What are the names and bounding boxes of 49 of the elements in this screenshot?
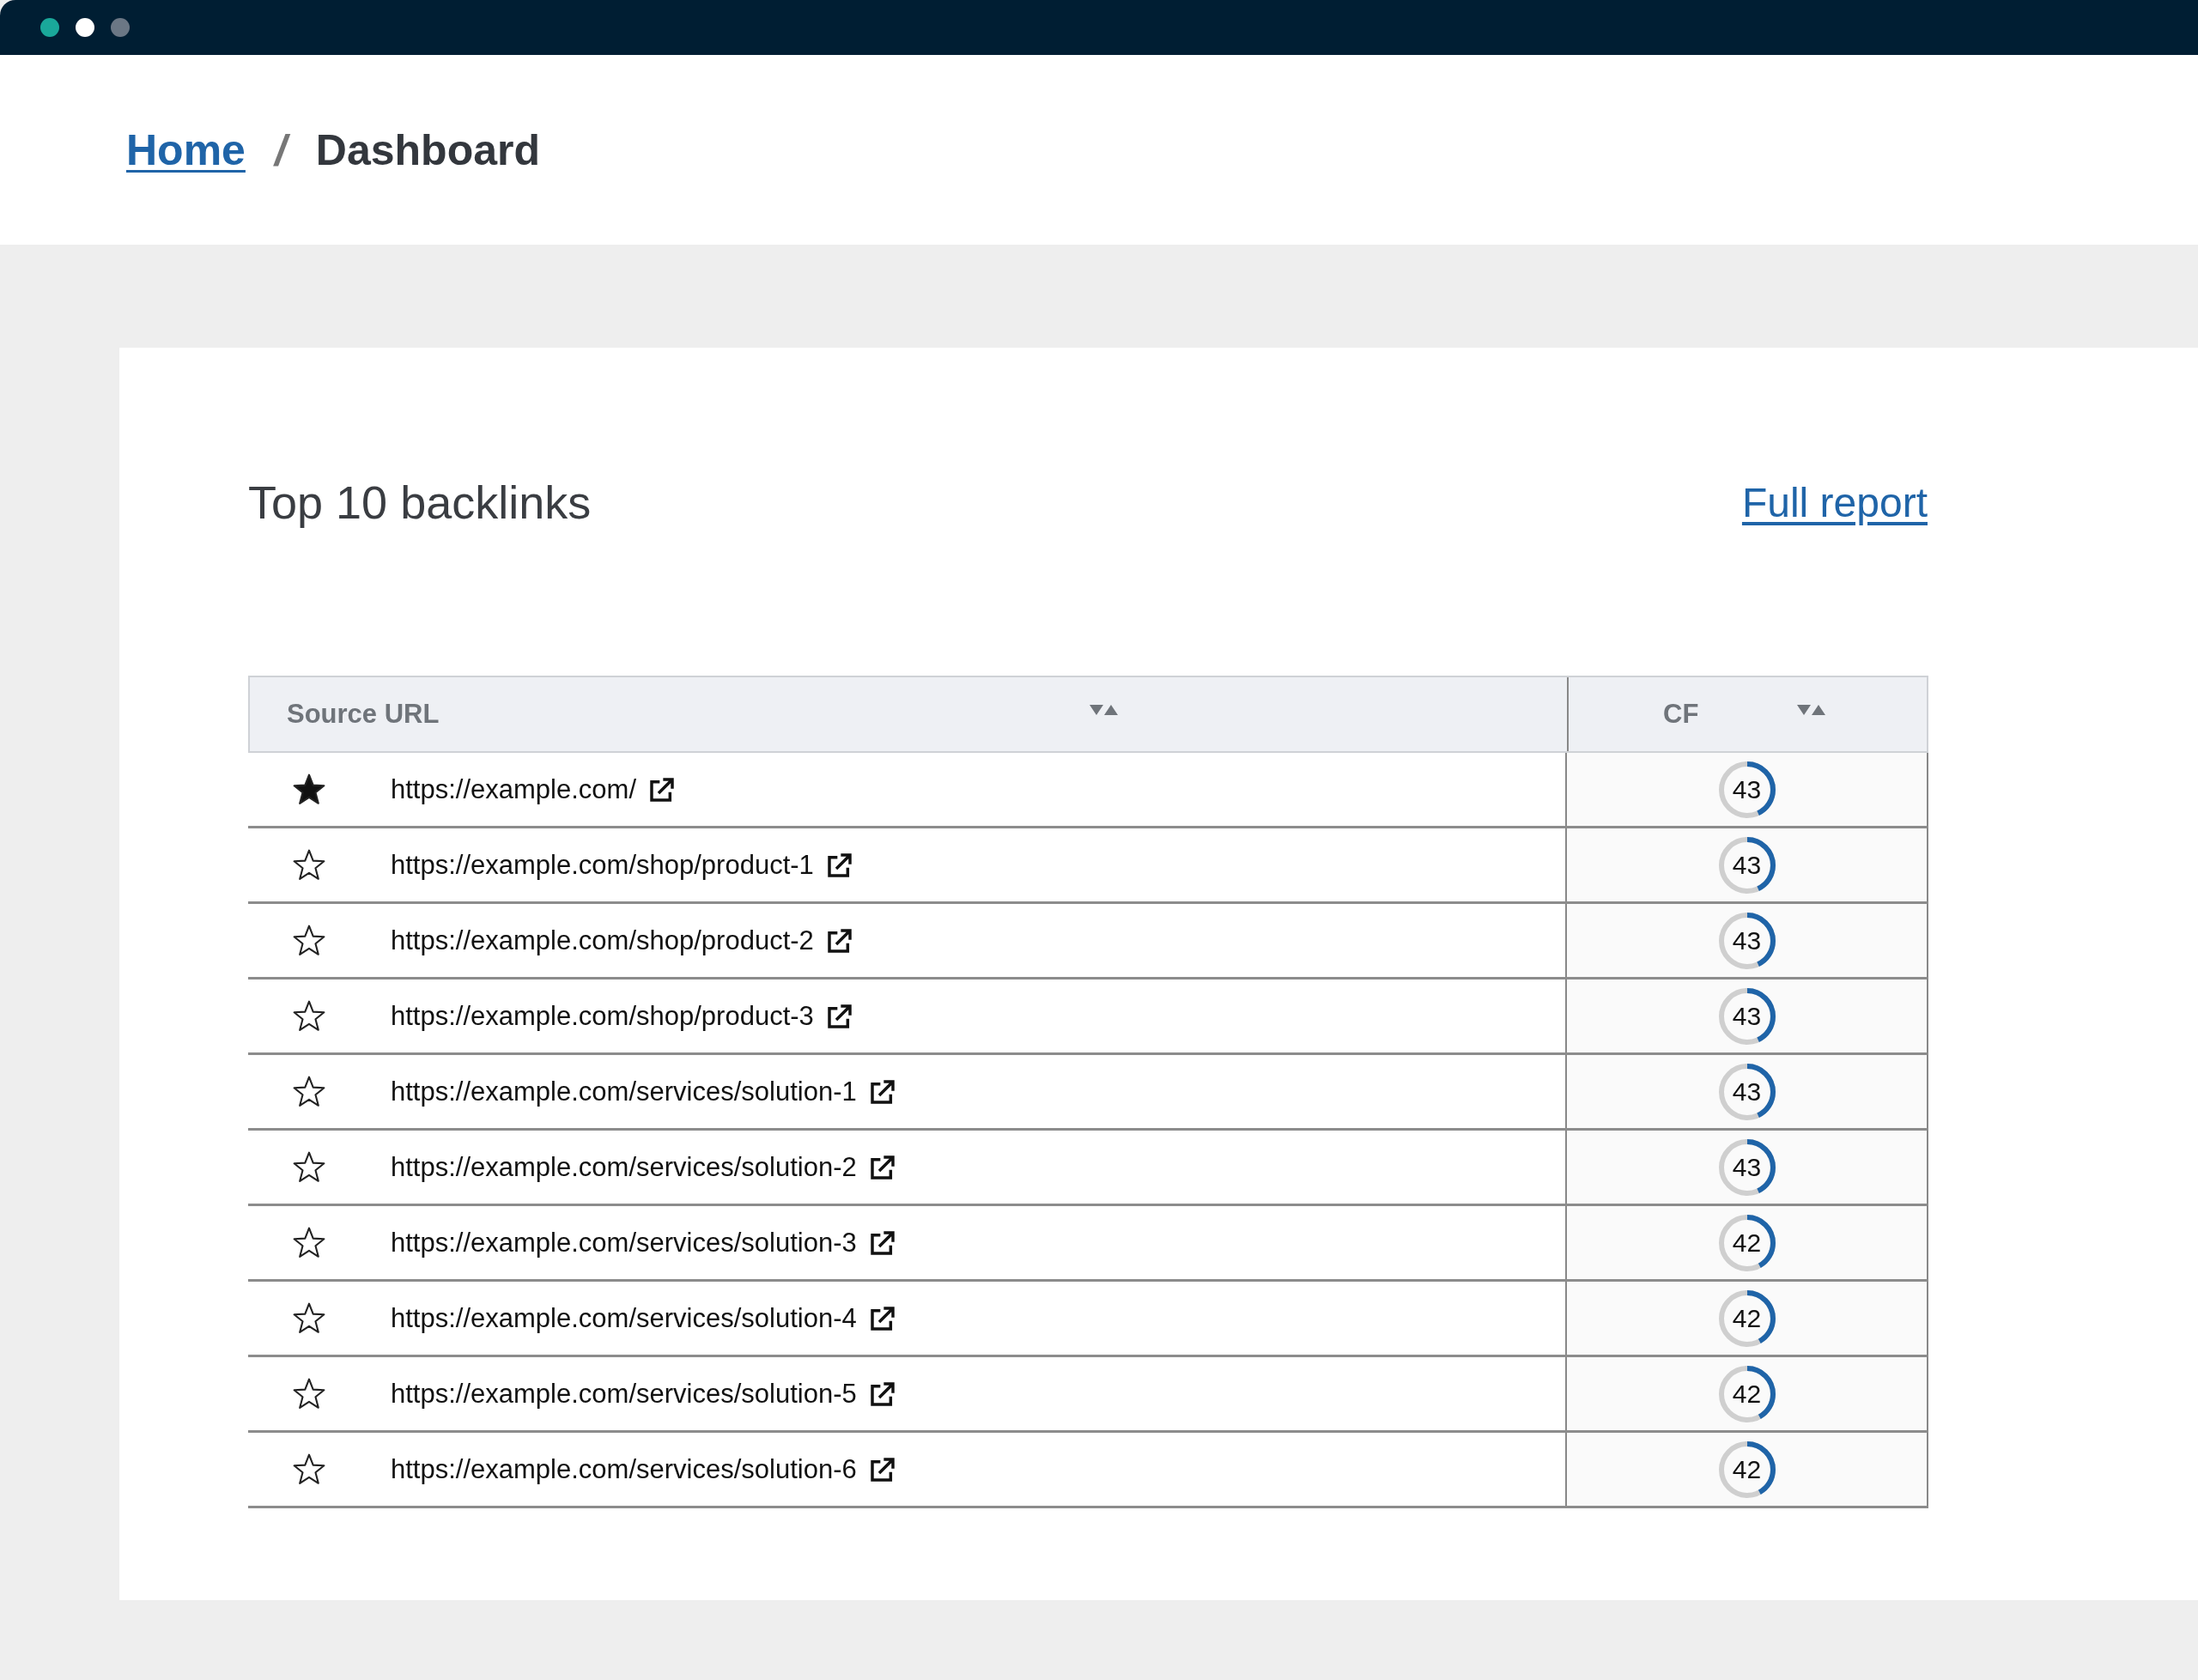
external-link-icon[interactable] xyxy=(868,1380,896,1408)
external-link-icon[interactable] xyxy=(868,1228,896,1257)
star-icon[interactable] xyxy=(291,1376,327,1411)
source-url: https://example.com/services/solution-1 xyxy=(391,1076,857,1107)
source-url: https://example.com/services/solution-2 xyxy=(391,1151,857,1183)
external-link-icon[interactable] xyxy=(868,1153,896,1181)
source-url: https://example.com/services/solution-5 xyxy=(391,1378,857,1410)
source-url: https://example.com/shop/product-1 xyxy=(391,849,814,881)
table-header-cell[interactable]: Source URL xyxy=(250,677,1569,751)
external-link-icon[interactable] xyxy=(648,775,676,804)
source-url: https://example.com/shop/product-2 xyxy=(391,925,814,956)
source-url: https://example.com/services/solution-3 xyxy=(391,1227,857,1258)
external-link-icon[interactable] xyxy=(825,851,853,879)
cf-score: 43 xyxy=(1731,773,1763,805)
window-control-dot[interactable] xyxy=(76,18,94,37)
star-icon[interactable] xyxy=(291,1149,327,1185)
full-report-link[interactable]: Full report xyxy=(1741,478,1928,526)
source-url: https://example.com/ xyxy=(391,773,636,805)
external-link-icon[interactable] xyxy=(868,1455,896,1483)
cf-score: 43 xyxy=(1731,1000,1763,1032)
star-icon[interactable] xyxy=(291,1225,327,1260)
breadcrumb-current: Dashboard xyxy=(315,124,540,175)
cf-score: 43 xyxy=(1731,925,1763,956)
external-link-icon[interactable] xyxy=(868,1304,896,1332)
external-link-icon[interactable] xyxy=(868,1077,896,1106)
star-icon[interactable] xyxy=(291,1301,327,1336)
window-control-dot[interactable] xyxy=(40,18,59,37)
cf-score: 43 xyxy=(1731,849,1763,881)
star-icon[interactable] xyxy=(291,923,327,958)
table-header-cell[interactable]: CF xyxy=(1569,677,1927,751)
cf-score: 42 xyxy=(1731,1227,1763,1258)
source-url: https://example.com/services/solution-4 xyxy=(391,1302,857,1334)
star-icon[interactable] xyxy=(291,772,327,807)
cf-score: 42 xyxy=(1731,1302,1763,1334)
star-icon[interactable] xyxy=(291,847,327,882)
external-link-icon[interactable] xyxy=(825,926,853,955)
cf-score: 43 xyxy=(1731,1076,1763,1107)
window-control-dot[interactable] xyxy=(111,18,130,37)
star-icon[interactable] xyxy=(291,1452,327,1487)
card-title: Top 10 backlinks xyxy=(248,476,592,529)
cf-score: 42 xyxy=(1731,1378,1763,1410)
star-icon[interactable] xyxy=(291,998,327,1034)
breadcrumb-link[interactable]: Home xyxy=(126,124,246,175)
cf-score: 43 xyxy=(1731,1151,1763,1183)
star-icon[interactable] xyxy=(291,1074,327,1109)
source-url: https://example.com/services/solution-6 xyxy=(391,1453,857,1485)
cf-score: 42 xyxy=(1731,1453,1763,1485)
source-url: https://example.com/shop/product-3 xyxy=(391,1000,814,1032)
external-link-icon[interactable] xyxy=(825,1002,853,1030)
